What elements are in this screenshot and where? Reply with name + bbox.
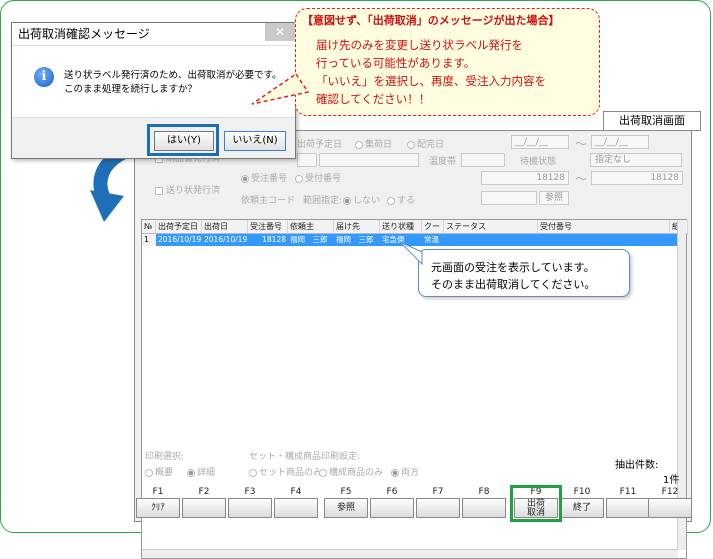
print-select-label: 印刷選択: [145,452,185,462]
f11-button[interactable] [606,498,650,518]
function-key-bar: F1 ｸﾘｱ F2 F3 F4 F5 参照 F6 F7 F8 F9 出荷 取消 F10… [134,487,692,522]
grid-header-destination: 届け先 [334,220,380,234]
date-option-pickup[interactable]: 集荷日 [355,137,392,150]
grid-cell-planned-date: 2016/10/19 [158,235,202,244]
grid-horizontal-scrollbar[interactable] [142,549,678,558]
range-label: 範囲指定: [303,196,343,206]
dialog-message-line2: このまま処理を続行しますか？ [64,84,198,95]
callout-line-1: 届け先のみを変更し送り状ラベル発行を [316,38,523,52]
f6-key[interactable]: F6 [370,487,414,520]
callout-title: 【意図せず、「出荷取消」のメッセージが出た場合】 [302,14,560,27]
f1-key[interactable]: F1 ｸﾘｱ [136,487,180,520]
yes-highlight-box [147,124,219,156]
carrier-select[interactable] [319,153,419,167]
f6-button[interactable] [370,498,414,518]
grid-header-client: 依頼主 [288,220,334,234]
callout-line-2: 行っている可能性があります。 [316,56,476,70]
set-option-set-only[interactable]: セット商品のみ [249,465,322,478]
set-option-component-only[interactable]: 構成商品のみ [319,465,383,478]
grid-header-receipt-no: 受付番号 [538,220,670,234]
callout-line-3: 「いいえ」を選択し、再度、受注入力内容を [316,74,546,88]
info-icon: i [34,67,54,87]
warning-callout: 【意図せず、「出荷取消」のメッセージが出た場合】 届け先のみを変更し送り状ラベル… [295,8,600,116]
order-range-tilde: ～ [575,172,588,186]
print-option-summary[interactable]: 概要 [145,465,173,478]
callout-line-4: 確認してください！！ [316,92,431,106]
f5-ref-button[interactable]: 参照 [324,498,368,518]
date-range-tilde: ～ [575,137,588,151]
code-input[interactable] [297,153,317,167]
range-option-yes[interactable]: する [387,193,415,206]
f10-exit-button[interactable]: 終了 [560,498,604,518]
order-option-order-no[interactable]: 受注番号 [241,171,287,184]
order-from-input[interactable]: 18128 [481,171,569,185]
info-note: 元画面の受注を表示しています。 そのまま出荷取消してください。 [418,249,630,297]
extract-count-value: 1件 [663,475,680,486]
client-code-label: 依頼主コード [241,196,296,206]
dialog-close-button[interactable]: ✕ [265,23,295,41]
range-option-no[interactable]: しない [343,193,380,206]
grid-header-label-type: 送り状種別 [380,220,422,245]
f2-button[interactable] [182,498,226,518]
callout-pointer [251,72,310,105]
date-option-delivered[interactable]: 配完日 [407,137,444,150]
grid-header-status: ステータス [444,220,538,234]
f3-button[interactable] [228,498,272,518]
f8-button[interactable] [462,498,506,518]
screen-label: 出荷取消画面 [603,111,701,131]
standby-label: 待機状態 [520,157,557,167]
grid-cell-client: 福岡 三郎 [290,235,328,244]
order-to-input[interactable]: 18128 [591,171,683,185]
extract-count-label: 抽出件数: [615,460,659,471]
grid-header-cool: クール [422,220,444,245]
set-print-label: セット・構成商品印刷設定: [249,452,361,462]
date-to-input[interactable]: __/__/__ [591,135,649,149]
note-pointer [399,241,423,266]
grid-cell-destination: 福岡 三郎 [336,235,374,244]
dialog-message-line1: 送り状ラベル発行済のため、出荷取消が必要です。 [64,70,282,81]
f3-key[interactable]: F3 [228,487,272,520]
f5-key[interactable]: F5 参照 [324,487,368,520]
f1-clear-button[interactable]: ｸﾘｱ [136,498,180,518]
grid-cell-order-no: 18128 [262,235,286,244]
order-option-receipt-no[interactable]: 受付番号 [295,171,341,184]
set-option-both[interactable]: 両方 [391,465,419,478]
f9-highlight-box [510,485,562,522]
grid-cell-ship-date: 2016/10/19 [204,235,248,244]
f2-key[interactable]: F2 [182,487,226,520]
grid-header-ship-date: 出荷日 [202,220,248,234]
f12-button[interactable] [648,498,692,518]
dialog-title: 出荷取消確認メッセージ [12,23,295,46]
f12-key[interactable]: F12 [648,487,692,520]
no-button[interactable]: いいえ(N) [224,131,286,151]
print-option-detail[interactable]: 詳細 [187,465,215,478]
date-from-input[interactable]: __/__/__ [511,135,569,149]
f4-button[interactable] [274,498,318,518]
f7-button[interactable] [416,498,460,518]
client-code-input[interactable] [481,191,537,205]
shipment-cancel-window: 出荷予定日 集荷日 配完日 __/__/__ ～ __/__/__ 納品書発行済… [134,130,692,559]
f4-key[interactable]: F4 [274,487,318,520]
temp-select[interactable] [461,153,505,167]
standby-select[interactable]: 指定なし [590,153,682,167]
f10-key[interactable]: F10 終了 [560,487,604,520]
f8-key[interactable]: F8 [462,487,506,520]
f7-key[interactable]: F7 [416,487,460,520]
f11-key[interactable]: F11 [606,487,650,520]
note-line-2: そのまま出荷取消してください。 [431,278,596,291]
grid-cell-no: 1 [142,234,156,246]
note-line-1: 元画面の受注を表示しています。 [431,261,595,274]
temp-label: 温度帯 [429,157,457,167]
ref-button[interactable]: 参照 [539,191,569,205]
grid-header-order-no: 受注番号 [248,220,288,234]
